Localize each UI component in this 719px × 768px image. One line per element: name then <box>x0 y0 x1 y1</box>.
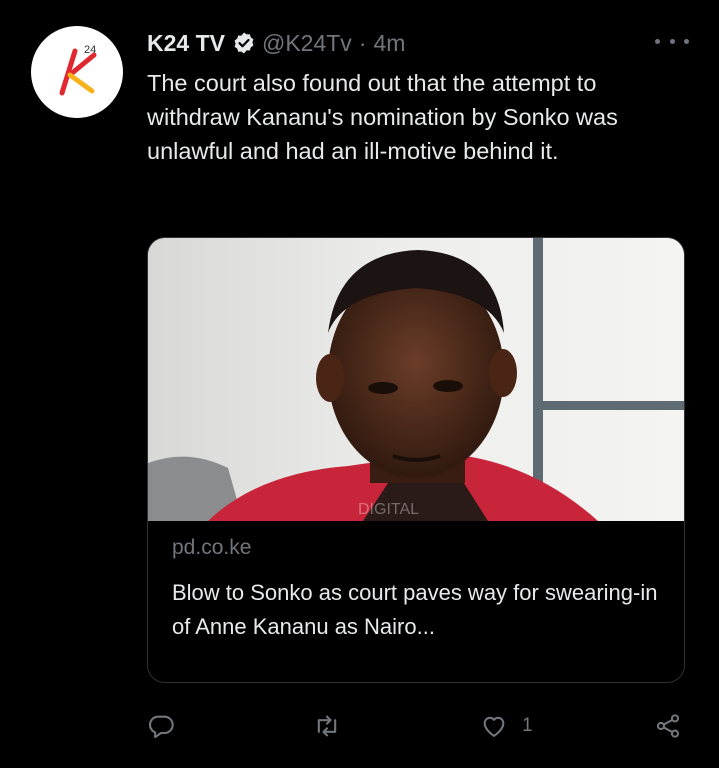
image-watermark: DIGITAL <box>358 501 419 518</box>
avatar[interactable]: 24 <box>31 26 123 118</box>
retweet-icon <box>317 715 337 737</box>
card-title: Blow to Sonko as court paves way for swe… <box>172 580 658 639</box>
heart-icon <box>483 716 505 737</box>
card-photo: DIGITAL <box>148 238 684 521</box>
k24-logo: 24 <box>59 44 97 96</box>
verified-badge-icon <box>234 32 254 54</box>
tweet-time[interactable]: 4m <box>373 30 405 57</box>
svg-text:24: 24 <box>84 44 96 56</box>
link-card[interactable]: DIGITAL pd.co.ke Blow to Sonko as court … <box>147 237 685 683</box>
action-bar: 1 <box>147 706 692 746</box>
author-name[interactable]: K24 TV <box>147 30 225 57</box>
share-button[interactable] <box>654 706 682 746</box>
like-button[interactable]: 1 <box>480 706 533 746</box>
reply-icon <box>148 715 174 739</box>
tweet-text: The court also found out that the attemp… <box>147 70 618 164</box>
more-options-icon[interactable] <box>655 30 689 52</box>
reply-button[interactable] <box>147 706 175 746</box>
share-icon <box>656 714 680 738</box>
tweet-header: K24 TV @K24Tv · 4m <box>147 30 405 56</box>
card-meta[interactable]: pd.co.ke Blow to Sonko as court paves wa… <box>148 521 684 682</box>
card-image[interactable]: DIGITAL <box>148 238 684 521</box>
separator-dot: · <box>358 29 367 56</box>
retweet-button[interactable] <box>313 706 341 746</box>
card-domain: pd.co.ke <box>172 536 252 559</box>
author-handle[interactable]: @K24Tv <box>262 30 352 57</box>
like-count: 1 <box>522 715 533 736</box>
